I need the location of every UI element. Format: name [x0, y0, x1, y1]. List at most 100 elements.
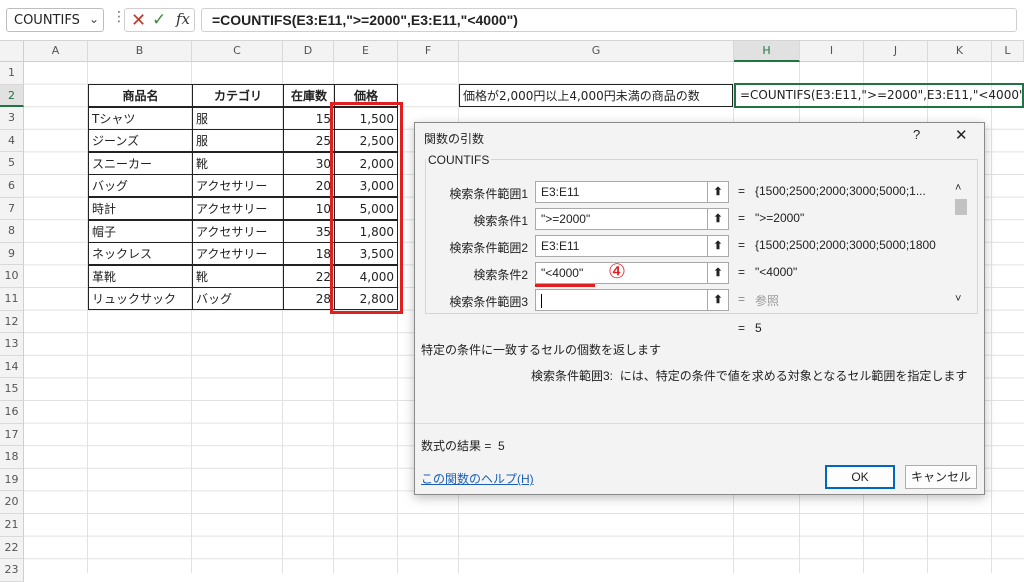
row-header[interactable]: 7	[0, 197, 24, 221]
row-header[interactable]: 20	[0, 491, 24, 514]
row-header[interactable]: 10	[0, 265, 24, 288]
row-header[interactable]: 14	[0, 355, 24, 379]
arg-input[interactable]: ">=2000"	[535, 208, 710, 230]
collapse-dialog-icon[interactable]: ⬆	[707, 208, 729, 230]
function-help-link[interactable]: この関数のヘルプ(H)	[421, 470, 534, 487]
table-cell[interactable]: 30	[283, 151, 335, 175]
table-cell[interactable]: 25	[283, 129, 335, 153]
row-header[interactable]: 6	[0, 175, 24, 198]
table-cell[interactable]: 服	[192, 129, 284, 153]
table-cell[interactable]: 18	[283, 242, 335, 266]
row-header[interactable]: 19	[0, 468, 24, 492]
table-cell[interactable]: 20	[283, 174, 335, 198]
table-cell[interactable]: ネックレス	[88, 242, 193, 266]
arg-label: 検索条件範囲1	[449, 187, 528, 201]
table-cell[interactable]: 帽子	[88, 219, 193, 243]
row-header[interactable]: 4	[0, 129, 24, 153]
annotation-underline	[535, 284, 595, 287]
row-header[interactable]: 13	[0, 333, 24, 356]
table-cell[interactable]: アクセサリー	[192, 197, 284, 220]
annotation-marker: ④	[608, 261, 626, 283]
arguments-scrollbar[interactable]: ˄ ˅	[953, 179, 969, 311]
arg-label: 検索条件2	[473, 268, 528, 282]
table-cell[interactable]: 22	[283, 264, 335, 288]
formula-result-value: 5	[498, 439, 505, 453]
table-cell[interactable]: アクセサリー	[192, 219, 284, 243]
scroll-up-icon[interactable]: ˄	[955, 182, 961, 194]
column-header[interactable]: I	[800, 41, 864, 62]
column-header[interactable]: D	[283, 41, 334, 62]
column-header[interactable]: E	[334, 41, 398, 62]
table-cell[interactable]: 28	[283, 287, 335, 311]
scroll-down-icon[interactable]: ˅	[955, 293, 961, 305]
row-header[interactable]: 15	[0, 378, 24, 401]
header-cell[interactable]: 商品名	[88, 84, 193, 107]
row-header[interactable]: 23	[0, 559, 24, 582]
table-cell[interactable]: スニーカー	[88, 151, 193, 175]
table-cell[interactable]: 服	[192, 106, 284, 130]
table-cell[interactable]: アクセサリー	[192, 174, 284, 198]
arg-input[interactable]: E3:E11	[535, 235, 710, 257]
collapse-dialog-icon[interactable]: ⬆	[707, 235, 729, 257]
column-header[interactable]: B	[88, 41, 192, 62]
table-cell[interactable]: 革靴	[88, 264, 193, 288]
function-arguments-dialog: 関数の引数 ? ✕ COUNTIFS 検索条件範囲1 E3:E11 ⬆ = {1…	[414, 122, 985, 495]
collapse-dialog-icon[interactable]: ⬆	[707, 181, 729, 203]
dialog-title: 関数の引数	[424, 132, 485, 146]
arg-result: {1500;2500;2000;3000;5000;1...	[755, 184, 926, 198]
table-cell[interactable]: ジーンズ	[88, 129, 193, 153]
column-header[interactable]: J	[864, 41, 928, 62]
table-cell[interactable]: バッグ	[192, 287, 284, 311]
row-header[interactable]: 17	[0, 423, 24, 447]
arg-result: 参照	[755, 294, 780, 308]
function-name: COUNTIFS	[426, 153, 492, 167]
table-cell[interactable]: 靴	[192, 151, 284, 175]
column-header[interactable]: F	[398, 41, 459, 62]
arg-input-active[interactable]	[535, 289, 710, 311]
row-header[interactable]: 12	[0, 310, 24, 334]
scroll-thumb[interactable]	[955, 199, 967, 215]
column-header[interactable]: G	[459, 41, 734, 62]
row-header[interactable]: 2	[0, 84, 24, 108]
equals-sign: =	[738, 321, 746, 335]
arg-input[interactable]: E3:E11	[535, 181, 710, 203]
row-header[interactable]: 3	[0, 107, 24, 130]
column-header[interactable]: A	[24, 41, 88, 62]
header-cell[interactable]: カテゴリ	[192, 84, 284, 107]
table-cell[interactable]: 35	[283, 219, 335, 243]
row-header[interactable]: 21	[0, 514, 24, 537]
help-button[interactable]: ?	[913, 127, 920, 142]
table-cell[interactable]: アクセサリー	[192, 242, 284, 266]
column-header[interactable]: L	[992, 41, 1024, 62]
close-icon[interactable]: ✕	[955, 126, 968, 144]
row-header[interactable]: 9	[0, 242, 24, 266]
cancel-button[interactable]: キャンセル	[905, 465, 977, 489]
column-header[interactable]: C	[192, 41, 283, 62]
row-header[interactable]: 16	[0, 401, 24, 424]
arg-result: {1500;2500;2000;3000;5000;1800	[755, 238, 936, 252]
select-all-corner[interactable]	[0, 41, 24, 62]
row-header[interactable]: 22	[0, 536, 24, 560]
row-header[interactable]: 18	[0, 446, 24, 469]
row-header[interactable]: 5	[0, 152, 24, 175]
header-cell[interactable]: 在庫数	[283, 84, 335, 107]
arg-result: "<4000"	[755, 265, 798, 279]
argument-help-name: 検索条件範囲3:	[531, 369, 614, 383]
table-cell[interactable]: バッグ	[88, 174, 193, 198]
row-header[interactable]: 1	[0, 62, 24, 85]
table-cell[interactable]: 時計	[88, 197, 193, 220]
cell-g2[interactable]: 価格が2,000円以上4,000円未満の商品の数	[459, 84, 733, 107]
row-header[interactable]: 11	[0, 288, 24, 311]
ok-button[interactable]: OK	[825, 465, 895, 489]
table-cell[interactable]: 15	[283, 106, 335, 130]
table-cell[interactable]: 靴	[192, 264, 284, 288]
table-cell[interactable]: Tシャツ	[88, 106, 193, 130]
cell-h2-active[interactable]: =COUNTIFS(E3:E11,">=2000",E3:E11,"<4000"…	[734, 83, 1024, 108]
collapse-dialog-icon[interactable]: ⬆	[707, 289, 729, 311]
table-cell[interactable]: 10	[283, 197, 335, 220]
column-header[interactable]: H	[734, 41, 800, 62]
table-cell[interactable]: リュックサック	[88, 287, 193, 311]
collapse-dialog-icon[interactable]: ⬆	[707, 262, 729, 284]
row-header[interactable]: 8	[0, 220, 24, 243]
column-header[interactable]: K	[928, 41, 992, 62]
